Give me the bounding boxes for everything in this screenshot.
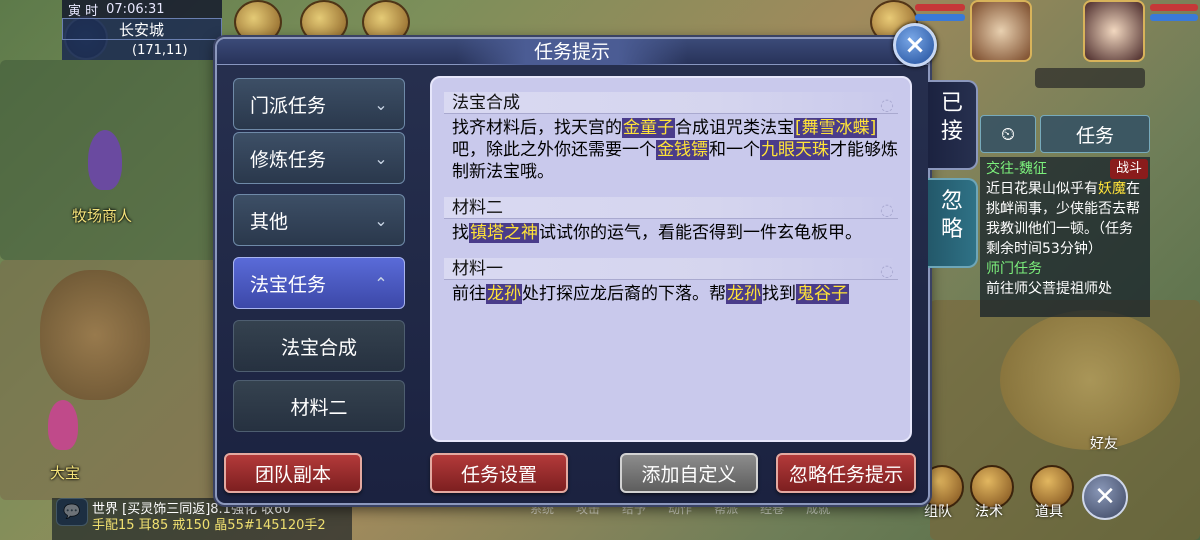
dialog-title: 任务提示: [457, 39, 687, 65]
nav-other[interactable]: 其他 ⌄: [233, 194, 405, 246]
tab-accepted[interactable]: 已接: [928, 80, 978, 170]
body-text: 和一个: [709, 140, 760, 160]
tab-ignored-label: 忽略: [940, 189, 963, 242]
quest-section: 材料二 ◌ 找镇塔之神试试你的运气，看能否得到一件玄龟板甲。: [444, 197, 898, 244]
quest-desc-text: 近日花果山似乎有: [986, 181, 1098, 197]
close-menu-icon[interactable]: ✕: [1082, 474, 1128, 520]
chevron-down-icon: ⌄: [374, 94, 388, 114]
chevron-down-icon: ⌄: [374, 210, 388, 230]
body-text: 找到: [762, 284, 796, 304]
pet-portrait[interactable]: [970, 0, 1032, 62]
clock-icon[interactable]: ⏲: [980, 115, 1036, 153]
npc-dabao[interactable]: [48, 400, 78, 450]
quest-section: 法宝合成 ◌ 找齐材料后，找天宫的金童子合成诅咒类法宝[舞雪冰蝶] 吧，除此之外你还…: [444, 92, 898, 183]
quest-desc-link[interactable]: 妖魔: [1098, 181, 1126, 197]
friend-label[interactable]: 好友: [1090, 433, 1118, 453]
section-title-text: 材料二: [452, 198, 503, 218]
swirl-ornament-icon: ◌: [880, 200, 894, 219]
body-text: 吧，除此之外你还需要一个: [452, 140, 656, 160]
body-text: 前往: [452, 284, 486, 304]
section-title: 法宝合成 ◌: [444, 92, 898, 114]
buff-icons[interactable]: [1035, 68, 1145, 88]
dialog-title-bar: 任务提示: [217, 39, 928, 65]
quest-tracker-title-2[interactable]: 师门任务: [986, 259, 1144, 279]
quest-tracker-tab[interactable]: 任务: [1040, 115, 1150, 153]
npc-link[interactable]: 镇塔之神: [469, 223, 539, 243]
location-coords: (171,11): [62, 40, 222, 60]
swirl-ornament-icon: ◌: [880, 261, 894, 280]
team-label[interactable]: 组队: [924, 501, 952, 521]
npc-dabao-label[interactable]: 大宝: [50, 462, 80, 483]
status-bar: 寅 时 07:06:31 长安城 (171,11): [62, 0, 222, 62]
quest-settings-button[interactable]: 任务设置: [430, 453, 568, 493]
nav-sub-treasure-craft[interactable]: 法宝合成: [233, 320, 405, 372]
quest-tracker-body[interactable]: 战斗 交往-魏征 近日花果山似乎有妖魔在挑衅闹事，少侠能否去帮我教训他们一顿。（…: [980, 157, 1150, 317]
item-link[interactable]: 九眼天珠: [760, 140, 830, 160]
close-icon[interactable]: ×: [893, 23, 937, 67]
item-link[interactable]: 金钱镖: [656, 140, 709, 160]
quest-category-nav: 门派任务 ⌄ 修炼任务 ⌄ 其他 ⌄ 法宝任务 ⌃ 法宝合成 材料二: [233, 78, 405, 432]
section-body: 找镇塔之神试试你的运气，看能否得到一件玄龟板甲。: [444, 222, 898, 244]
body-text: 找: [452, 223, 469, 243]
battle-badge: 战斗: [1109, 159, 1148, 179]
section-title: 材料一 ◌: [444, 258, 898, 280]
quest-tracker-tabs: ⏲ 任务: [980, 115, 1150, 153]
npc-link[interactable]: 金童子: [622, 118, 675, 138]
player-hp-bar: [1150, 4, 1198, 11]
nav-label: 其他: [250, 210, 289, 233]
body-text: 试试你的运气，看能否得到一件玄龟板甲。: [539, 223, 862, 243]
quest-detail-panel: 法宝合成 ◌ 找齐材料后，找天宫的金童子合成诅咒类法宝[舞雪冰蝶] 吧，除此之外你还…: [430, 76, 912, 442]
nav-label: 法宝任务: [250, 273, 327, 296]
skill-label[interactable]: 法术: [975, 501, 1003, 521]
body-text: 找齐材料后，找天宫的: [452, 118, 622, 138]
section-title-text: 法宝合成: [452, 93, 520, 113]
quest-section: 材料一 ◌ 前往龙孙处打探应龙后裔的下落。帮龙孙找到鬼谷子: [444, 258, 898, 305]
nav-label: 门派任务: [250, 94, 327, 117]
pet-hp-bar: [915, 4, 965, 11]
time-row: 寅 时 07:06:31: [62, 0, 222, 19]
nav-treasure-quests[interactable]: 法宝任务 ⌃: [233, 257, 405, 309]
chevron-up-icon: ⌃: [374, 273, 388, 293]
player-portrait[interactable]: [1083, 0, 1145, 62]
quest-tracker: ⏲ 任务 战斗 交往-魏征 近日花果山似乎有妖魔在挑衅闹事，少侠能否去帮我教训他…: [980, 115, 1150, 317]
nav-sect-quests[interactable]: 门派任务 ⌄: [233, 78, 405, 130]
section-body: 前往龙孙处打探应龙后裔的下落。帮龙孙找到鬼谷子: [444, 283, 898, 305]
swirl-ornament-icon: ◌: [880, 95, 894, 114]
item-link[interactable]: [舞雪冰蝶]: [794, 118, 878, 138]
quest-tracker-desc: 近日花果山似乎有妖魔在挑衅闹事，少侠能否去帮我教训他们一顿。（任务剩余时间53分…: [986, 179, 1144, 259]
world-tent: [1000, 310, 1180, 450]
pet-mp-bar: [915, 14, 965, 21]
location-name[interactable]: 长安城: [62, 18, 222, 40]
ignore-hint-button[interactable]: 忽略任务提示: [776, 453, 916, 493]
npc-link[interactable]: 龙孙: [486, 284, 522, 304]
npc-merchant-label[interactable]: 牧场商人: [72, 205, 132, 226]
tab-accepted-label: 已接: [940, 91, 963, 144]
nav-sub-material-two[interactable]: 材料二: [233, 380, 405, 432]
nav-label: 修炼任务: [250, 148, 327, 171]
time-period: 寅 时: [68, 3, 99, 19]
section-title-text: 材料一: [452, 259, 503, 279]
bag-label[interactable]: 道具: [1035, 501, 1063, 521]
player-mp-bar: [1150, 14, 1198, 21]
world-jar: [40, 270, 150, 400]
nav-cultivation-quests[interactable]: 修炼任务 ⌄: [233, 132, 405, 184]
clock: 07:06:31: [106, 1, 165, 17]
npc-link[interactable]: 鬼谷子: [796, 284, 849, 304]
chevron-down-icon: ⌄: [374, 148, 388, 168]
section-body: 找齐材料后，找天宫的金童子合成诅咒类法宝[舞雪冰蝶] 吧，除此之外你还需要一个金钱…: [444, 117, 898, 183]
section-title: 材料二 ◌: [444, 197, 898, 219]
tab-ignored[interactable]: 忽略: [928, 178, 978, 268]
team-dungeon-button[interactable]: 团队副本: [224, 453, 362, 493]
chat-line: 手配15 耳85 戒150 晶55#145120手2: [92, 518, 326, 533]
add-custom-button[interactable]: 添加自定义: [620, 453, 758, 493]
body-text: 合成诅咒类法宝: [675, 118, 794, 138]
npc-link[interactable]: 龙孙: [726, 284, 762, 304]
npc-merchant[interactable]: [88, 130, 122, 190]
quest-tracker-desc-2: 前往师父菩提祖师处: [986, 281, 1112, 297]
body-text: 处打探应龙后裔的下落。帮: [522, 284, 726, 304]
